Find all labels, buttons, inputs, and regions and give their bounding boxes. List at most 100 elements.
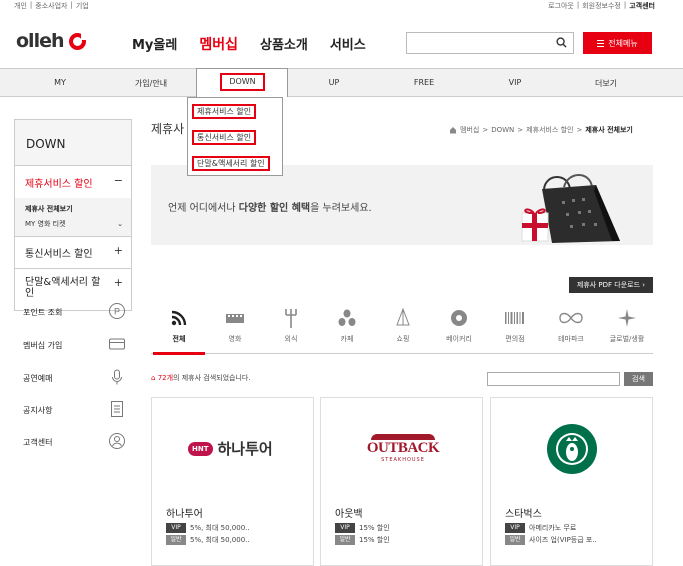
fork-icon: [285, 309, 297, 328]
gnb-membership[interactable]: 멤버십: [199, 34, 238, 54]
subnav-my[interactable]: MY: [30, 78, 90, 87]
down-dropdown: 제휴서비스 할인 통신서비스 할인 단말&액세서리 할인: [187, 97, 283, 176]
general-benefit: 15% 할인: [359, 536, 390, 544]
tab-movie[interactable]: 영화: [207, 302, 263, 344]
left-nav: DOWN 제휴서비스 할인 − 제휴사 전체보기 MY 영화 티켓 ⌄ 통신서비스 …: [14, 119, 132, 311]
lnb-submenu: 제휴사 전체보기 MY 영화 티켓 ⌄: [15, 198, 131, 236]
dropdown-device-discount[interactable]: 단말&액세서리 할인: [192, 156, 270, 171]
lnb-all-partners[interactable]: 제휴사 전체보기: [25, 202, 131, 217]
customer-center-link[interactable]: 고객센터: [629, 1, 655, 11]
partner-card-outback[interactable]: OUTBACK STEAKHOUSE 아웃백 VIP 15% 할인 일반 15% 할…: [320, 397, 483, 566]
general-tag: 일반: [505, 535, 525, 545]
page-title: 제휴사: [151, 122, 185, 136]
edit-profile-link[interactable]: 회원정보수정: [582, 1, 621, 11]
infinity-icon: [559, 312, 583, 324]
outback-logo: OUTBACK STEAKHOUSE: [361, 434, 445, 463]
search-icon[interactable]: [556, 37, 567, 48]
util-sme-link[interactable]: 중소사업자: [35, 1, 67, 11]
utility-bar: 개인 | 중소사업자 | 기업 로그아웃 | 회원정보수정 | 고객센터: [14, 1, 655, 11]
gnb-my-olleh[interactable]: My올레: [132, 34, 177, 54]
quick-customer-center[interactable]: 고객센터: [14, 428, 132, 458]
sparkle-icon: [618, 309, 636, 327]
global-nav: My올레 멤버십 상품소개 서비스: [132, 34, 366, 54]
card-icon: [109, 338, 125, 350]
expand-icon[interactable]: +: [114, 277, 123, 288]
subnav-free[interactable]: FREE: [394, 78, 454, 87]
partner-search-button[interactable]: 검색: [624, 372, 653, 386]
breadcrumb-item[interactable]: DOWN: [491, 126, 514, 134]
partner-search-input[interactable]: [487, 372, 620, 386]
vip-tag: VIP: [166, 523, 186, 533]
util-enterprise-link[interactable]: 기업: [76, 1, 89, 11]
partner-pdf-download-button[interactable]: 제휴사 PDF 다운로드 ›: [569, 277, 653, 293]
partner-card-starbucks[interactable]: 스타벅스 VIP 아메리카노 무료 일반 사이즈 업(VIP등급 포..: [490, 397, 653, 566]
general-tag: 일반: [166, 535, 186, 545]
hanatour-logo: HNT 하나투어: [188, 438, 273, 459]
util-personal-link[interactable]: 개인: [14, 1, 27, 11]
lnb-telecom-discount[interactable]: 통신서비스 할인 +: [15, 236, 131, 268]
quick-concert-booking[interactable]: 공연예매: [14, 364, 132, 394]
breadcrumb-item[interactable]: 제휴서비스 할인: [526, 125, 573, 135]
gnb-services[interactable]: 서비스: [330, 34, 366, 54]
subnav-vip[interactable]: VIP: [485, 78, 545, 87]
vip-tag: VIP: [505, 523, 525, 533]
coffee-bean-icon: [338, 309, 356, 326]
lnb-partner-discount[interactable]: 제휴서비스 할인 −: [15, 166, 131, 198]
subnav-up[interactable]: UP: [304, 78, 364, 87]
document-icon: [111, 401, 123, 417]
tab-cafe[interactable]: 카페: [319, 302, 375, 344]
tab-divider: [151, 353, 653, 354]
menu-icon: [597, 39, 605, 47]
partner-card-hanatour[interactable]: HNT 하나투어 하나투어 VIP 5%, 최대 50,000.. 일반 5%, 최…: [151, 397, 314, 566]
quick-point-check[interactable]: 포인트 조회 P: [14, 298, 132, 328]
tab-shopping[interactable]: 쇼핑: [375, 302, 431, 344]
svg-text:P: P: [114, 307, 120, 317]
dropdown-telecom-discount[interactable]: 통신서비스 할인: [192, 130, 257, 145]
collapse-icon[interactable]: −: [114, 174, 123, 187]
home-icon: ⌂: [151, 374, 156, 382]
all-menu-button[interactable]: 전체메뉴: [583, 32, 652, 54]
donut-icon: [451, 310, 467, 326]
dropdown-partner-discount[interactable]: 제휴서비스 할인: [192, 104, 257, 119]
general-benefit: 5%, 최대 50,000..: [190, 536, 250, 544]
starbucks-logo: [547, 424, 597, 474]
search-input[interactable]: [406, 32, 574, 54]
active-tab-indicator: [153, 352, 205, 355]
tab-bakery[interactable]: 베이커리: [431, 302, 487, 344]
vip-tag: VIP: [335, 523, 355, 533]
tab-convenience[interactable]: 편의점: [487, 302, 543, 344]
subnav-more[interactable]: 더보기: [576, 78, 636, 89]
flag-icon: [396, 308, 410, 326]
breadcrumb: 멤버십 > DOWN > 제휴서비스 할인 > 제휴사 전체보기: [449, 125, 633, 135]
tab-dining[interactable]: 외식: [263, 302, 319, 344]
expand-icon[interactable]: +: [114, 244, 123, 257]
category-tabs: 전체 영화 외식 카페 쇼핑 베이커리 편의점 테마파크 글로벌/생활: [151, 302, 655, 355]
breadcrumb-current: 제휴사 전체보기: [585, 126, 633, 134]
partner-name: 하나투어: [166, 509, 203, 520]
vip-benefit: 15% 할인: [359, 524, 390, 532]
partner-name: 스타벅스: [505, 509, 542, 520]
promo-banner: 언제 어디에서나 다양한 할인 혜택을 누려보세요.: [151, 165, 653, 245]
breadcrumb-item[interactable]: 멤버십: [460, 125, 479, 135]
logout-link[interactable]: 로그아웃: [548, 1, 574, 11]
chevron-down-icon: ⌄: [117, 220, 123, 228]
vip-benefit: 5%, 최대 50,000..: [190, 524, 250, 532]
home-icon[interactable]: [449, 126, 457, 134]
subnav-join[interactable]: 가입/안내: [121, 78, 181, 89]
general-benefit: 사이즈 업(VIP등급 포..: [529, 536, 597, 544]
tab-global-life[interactable]: 글로벌/생활: [599, 302, 655, 344]
point-icon: P: [109, 303, 125, 319]
tab-all[interactable]: 전체: [151, 302, 207, 344]
shopping-bag-illustration: [521, 174, 620, 243]
olleh-logo[interactable]: olleh: [16, 30, 87, 52]
quick-membership-join[interactable]: 멤버십 가입: [14, 331, 132, 361]
tab-themepark[interactable]: 테마파크: [543, 302, 599, 344]
lnb-movie-ticket[interactable]: MY 영화 티켓 ⌄: [25, 217, 131, 232]
subnav-down[interactable]: DOWN: [196, 68, 288, 97]
result-count: ⌂ 72개의 제휴사 검색되었습니다.: [151, 374, 251, 382]
microphone-icon: [112, 369, 122, 385]
gnb-products[interactable]: 상품소개: [260, 34, 308, 54]
quick-notice[interactable]: 공지사항: [14, 396, 132, 426]
film-icon: [226, 314, 244, 323]
barcode-icon: [505, 312, 524, 324]
